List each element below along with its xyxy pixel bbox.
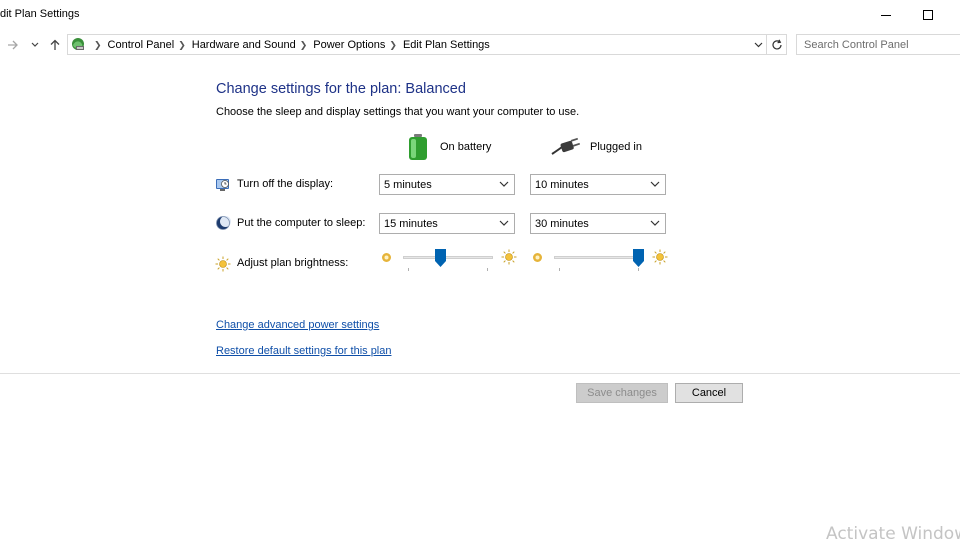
on-battery-label: On battery — [440, 141, 492, 153]
forward-button[interactable] — [4, 36, 22, 54]
brightness-label: Adjust plan brightness: — [237, 257, 349, 269]
sleep-label: Put the computer to sleep: — [237, 217, 366, 229]
chevron-down-icon — [499, 220, 509, 226]
chevron-down-icon — [650, 220, 660, 226]
refresh-button[interactable] — [767, 34, 787, 55]
up-arrow-icon — [50, 39, 60, 50]
breadcrumb-separator-icon[interactable]: ❯ — [300, 40, 308, 50]
breadcrumb: ❯ Control Panel ❯ Hardware and Sound ❯ Power … — [90, 39, 490, 51]
sleep-plugged-value: 30 minutes — [535, 218, 589, 230]
save-changes-button[interactable]: Save changes — [576, 383, 668, 403]
chevron-down-icon — [31, 42, 39, 47]
display-battery-value: 5 minutes — [384, 179, 432, 191]
brightness-high-icon — [652, 249, 668, 265]
chevron-down-icon — [754, 42, 762, 48]
sleep-battery-select[interactable]: 15 minutes — [379, 213, 515, 234]
display-timer-icon — [216, 179, 229, 191]
slider-tick — [638, 268, 639, 271]
slider-tick — [408, 268, 409, 271]
brightness-plugged-thumb[interactable] — [633, 249, 644, 267]
breadcrumb-separator-icon[interactable]: ❯ — [389, 40, 397, 50]
breadcrumb-hardware-and-sound[interactable]: Hardware and Sound — [192, 39, 296, 51]
window-title: dit Plan Settings — [0, 8, 80, 20]
maximize-icon — [923, 10, 933, 20]
display-plugged-select[interactable]: 10 minutes — [530, 174, 666, 195]
control-panel-icon — [72, 38, 84, 50]
breadcrumb-control-panel[interactable]: Control Panel — [108, 39, 175, 51]
breadcrumb-separator-icon[interactable]: ❯ — [178, 40, 186, 50]
footer-divider — [0, 373, 960, 374]
battery-icon — [409, 134, 427, 160]
column-header-on-battery: On battery — [406, 133, 491, 161]
breadcrumb-separator-icon: ❯ — [94, 40, 102, 50]
minimize-button[interactable] — [864, 0, 908, 30]
brightness-low-icon — [533, 253, 542, 262]
slider-tick — [559, 268, 560, 271]
address-toolbar: ❯ Control Panel ❯ Hardware and Sound ❯ Power … — [0, 30, 960, 60]
page-description: Choose the sleep and display settings th… — [216, 106, 580, 118]
page-title: Change settings for the plan: Balanced — [216, 81, 466, 97]
chevron-down-icon — [650, 181, 660, 187]
change-advanced-settings-link[interactable]: Change advanced power settings — [216, 319, 379, 331]
brightness-battery-thumb[interactable] — [434, 249, 446, 267]
brightness-plugged-slider-group — [530, 249, 670, 273]
brightness-high-icon — [501, 249, 517, 265]
display-battery-select[interactable]: 5 minutes — [379, 174, 515, 195]
recent-locations-button[interactable] — [26, 36, 44, 54]
breadcrumb-power-options[interactable]: Power Options — [313, 39, 385, 51]
forward-arrow-icon — [8, 40, 18, 50]
brightness-low-icon — [382, 253, 391, 262]
restore-defaults-link[interactable]: Restore default settings for this plan — [216, 345, 391, 357]
power-plug-icon — [551, 137, 580, 155]
title-bar: dit Plan Settings — [0, 0, 960, 30]
chevron-down-icon — [499, 181, 509, 187]
cancel-button[interactable]: Cancel — [675, 383, 743, 403]
sleep-moon-icon — [216, 216, 231, 230]
maximize-button[interactable] — [906, 0, 950, 30]
breadcrumb-edit-plan-settings[interactable]: Edit Plan Settings — [403, 39, 490, 51]
minimize-icon — [881, 14, 891, 16]
refresh-icon — [771, 39, 782, 49]
brightness-battery-track[interactable] — [403, 256, 493, 259]
turn-off-display-label: Turn off the display: — [237, 178, 333, 190]
activate-windows-watermark: Activate Windows — [826, 524, 960, 540]
search-input[interactable] — [797, 35, 957, 54]
plugged-in-label: Plugged in — [590, 141, 642, 153]
column-header-plugged-in: Plugged in — [550, 133, 642, 161]
brightness-icon — [215, 256, 231, 272]
display-plugged-value: 10 minutes — [535, 179, 589, 191]
address-history-button[interactable] — [750, 37, 766, 53]
search-box[interactable] — [796, 34, 960, 55]
slider-tick — [487, 268, 488, 271]
sleep-plugged-select[interactable]: 30 minutes — [530, 213, 666, 234]
address-bar[interactable]: ❯ Control Panel ❯ Hardware and Sound ❯ Power … — [67, 34, 767, 55]
brightness-battery-slider-group — [379, 249, 519, 273]
brightness-plugged-track[interactable] — [554, 256, 644, 259]
sleep-battery-value: 15 minutes — [384, 218, 438, 230]
up-button[interactable] — [46, 36, 64, 54]
